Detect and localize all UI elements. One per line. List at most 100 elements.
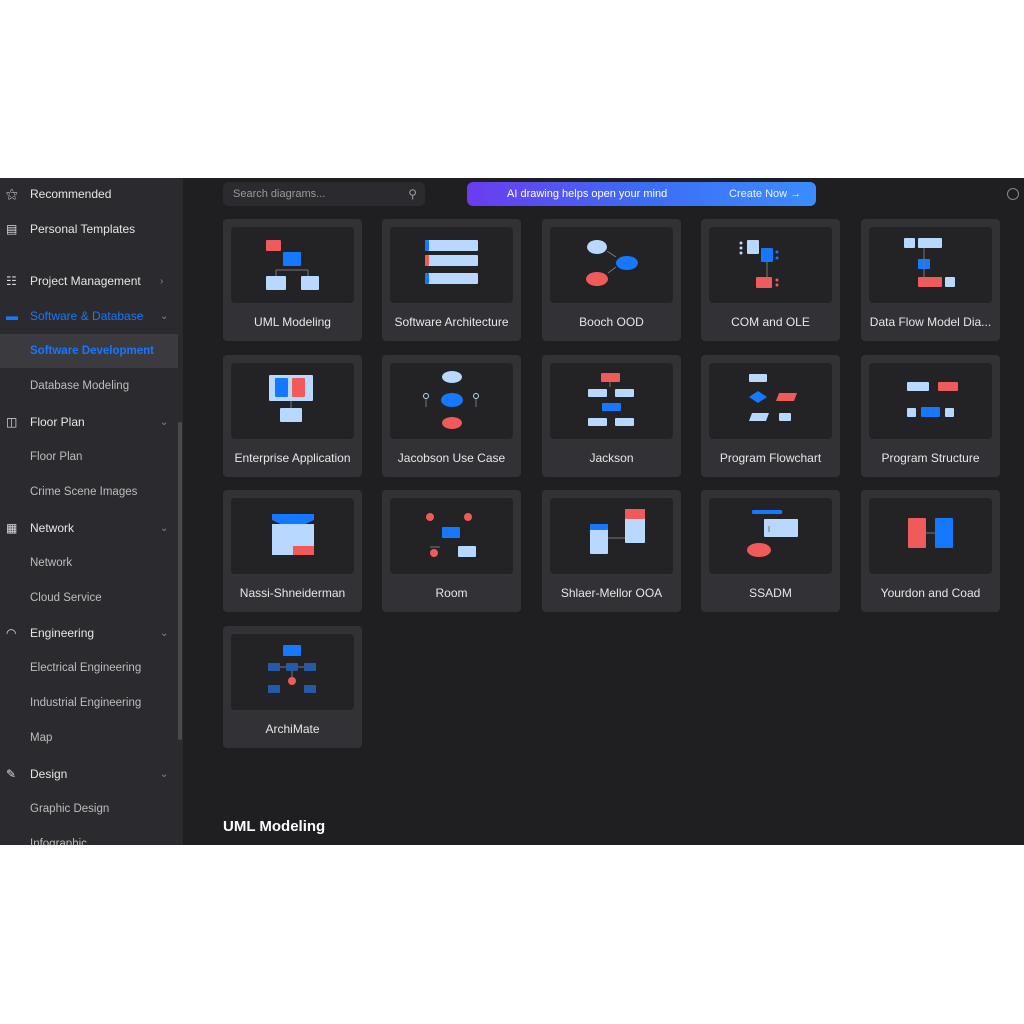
template-card-shlaer-mellor-ooa[interactable]: Shlaer-Mellor OOA [542,490,681,612]
template-label: Nassi-Shneiderman [239,586,346,600]
template-label: Shlaer-Mellor OOA [560,586,663,600]
chevron-down-icon: ⌄ [160,522,169,534]
app-window: ⚝ Recommended ▤ Personal Templates ☷ Project … [0,178,1024,845]
diagram-thumbnail-icon [550,498,673,574]
template-card-room[interactable]: Room [382,490,521,612]
diagram-thumbnail-icon [550,363,673,439]
chevron-down-icon: ⌄ [160,310,169,322]
help-icon[interactable] [1007,188,1019,200]
chevron-down-icon: ⌄ [160,768,169,780]
sidebar-item-label: Industrial Engineering [30,697,142,709]
sidebar: ⚝ Recommended ▤ Personal Templates ☷ Project … [0,178,183,845]
template-card-yourdon-and-coad[interactable]: Yourdon and Coad [861,490,1000,612]
template-card-data-flow-model-dia[interactable]: Data Flow Model Dia... [861,219,1000,341]
template-label: Data Flow Model Dia... [869,315,992,329]
sidebar-item-label: Electrical Engineering [30,662,142,674]
template-card-com-and-ole[interactable]: COM and OLE [701,219,840,341]
banner-text: AI drawing helps open your mind [507,188,668,200]
sidebar-item-label: Design [30,767,68,781]
chevron-down-icon: ⌄ [160,416,169,428]
template-card-program-structure[interactable]: Program Structure [861,355,1000,477]
sidebar-item-label: Map [30,732,53,744]
template-label: UML Modeling [254,315,331,329]
template-label: Booch OOD [579,315,644,329]
sidebar-item-label: Personal Templates [30,222,136,236]
sidebar-item-recommended[interactable]: ⚝ Recommended [0,178,178,211]
sidebar-item-infographic[interactable]: Infographic [0,827,178,845]
sidebar-item-label: Floor Plan [30,415,85,429]
sidebar-item-network[interactable]: ▦ Network ⌄ [0,511,178,545]
template-label: SSADM [749,586,792,600]
sidebar-item-label: Infographic [30,838,87,845]
sidebar-item-label: Cloud Service [30,592,102,604]
sidebar-item-label: Crime Scene Images [30,486,138,498]
diagram-thumbnail-icon [390,227,513,303]
sidebar-item-personal-templates[interactable]: ▤ Personal Templates [0,212,178,246]
template-label: ArchiMate [265,722,320,736]
diagram-thumbnail-icon [869,498,992,574]
template-label: Room [435,586,468,600]
chevron-right-icon: › [160,275,164,287]
sidebar-item-electrical-engineering[interactable]: Electrical Engineering [0,651,178,685]
sidebar-item-crime-scene-images[interactable]: Crime Scene Images [0,475,178,509]
sidebar-item-graphic-design[interactable]: Graphic Design [0,792,178,826]
diagram-thumbnail-icon [709,363,832,439]
template-label: Enterprise Application [234,451,351,465]
sidebar-item-label: Network [30,521,75,535]
template-card-ssadm[interactable]: SSADM [701,490,840,612]
sidebar-scrollbar[interactable] [178,422,182,740]
template-card-archimate[interactable]: ArchiMate [223,626,362,748]
sidebar-item-cloud-service[interactable]: Cloud Service [0,581,178,615]
diagram-thumbnail-icon [390,498,513,574]
template-card-booch-ood[interactable]: Booch OOD [542,219,681,341]
create-now-button[interactable]: Create Now → [729,182,801,206]
template-card-uml-modeling[interactable]: UML Modeling [223,219,362,341]
diagram-thumbnail-icon [390,363,513,439]
diagram-thumbnail-icon [869,227,992,303]
sidebar-item-engineering[interactable]: ◠ Engineering ⌄ [0,616,178,650]
sidebar-item-design[interactable]: ✎ Design ⌄ [0,757,178,791]
sidebar-item-label: Software & Database [30,309,144,323]
sidebar-item-software-database[interactable]: ▬ Software & Database ⌄ [0,299,178,333]
sidebar-item-label: Recommended [30,187,112,201]
template-label: Jacobson Use Case [397,451,506,465]
template-card-jackson[interactable]: Jackson [542,355,681,477]
template-label: Program Structure [881,451,980,465]
diagram-thumbnail-icon [550,227,673,303]
sidebar-item-floor-plan[interactable]: Floor Plan [0,440,178,474]
sidebar-item-map[interactable]: Map [0,721,178,755]
section-title: UML Modeling [223,818,326,835]
template-card-jacobson-use-case[interactable]: Jacobson Use Case [382,355,521,477]
template-card-software-architecture[interactable]: Software Architecture [382,219,521,341]
template-label: Program Flowchart [719,451,822,465]
sidebar-item-label: Graphic Design [30,803,110,815]
search-input[interactable]: Search diagrams... ⚲ [223,182,425,206]
template-label: COM and OLE [731,315,810,329]
diagram-thumbnail-icon [709,498,832,574]
sidebar-item-database-modeling[interactable]: Database Modeling [0,369,178,403]
floorplan-icon: ◫ [6,415,18,429]
window-icon: ▬ [6,309,18,323]
template-card-enterprise-application[interactable]: Enterprise Application [223,355,362,477]
search-icon: ⚲ [408,187,417,201]
diagram-thumbnail-icon [231,634,354,710]
template-card-program-flowchart[interactable]: Program Flowchart [701,355,840,477]
sidebar-item-label: Engineering [30,626,95,640]
template-label: Jackson [589,451,634,465]
template-icon: ▤ [6,222,18,236]
diagram-thumbnail-icon [869,363,992,439]
sidebar-item-network[interactable]: Network [0,546,178,580]
sidebar-item-software-development[interactable]: Software Development [0,334,178,368]
sidebar-item-project-management[interactable]: ☷ Project Management › [0,264,178,298]
diagram-thumbnail-icon [231,498,354,574]
ai-banner[interactable]: AI drawing helps open your mind Create No… [467,182,816,206]
diagram-thumbnail-icon [231,227,354,303]
template-card-nassi-shneiderman[interactable]: Nassi-Shneiderman [223,490,362,612]
sidebar-item-floor-plan[interactable]: ◫ Floor Plan ⌄ [0,405,178,439]
sidebar-item-label: Software Development [30,345,154,357]
sidebar-item-label: Floor Plan [30,451,83,463]
template-label: Yourdon and Coad [880,586,981,600]
chevron-down-icon: ⌄ [160,627,169,639]
calendar-icon: ▦ [6,521,18,535]
sidebar-item-industrial-engineering[interactable]: Industrial Engineering [0,686,178,720]
